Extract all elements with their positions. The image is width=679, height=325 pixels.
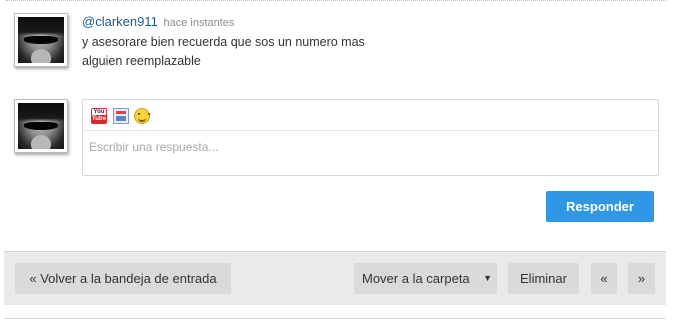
bottom-divider (4, 318, 666, 319)
comment-avatar[interactable] (14, 13, 68, 67)
youtube-icon-text: You (91, 108, 107, 115)
reply-composer: You Tube (82, 99, 659, 176)
youtube-icon-text: Tube (91, 115, 107, 124)
comment-header: @clarken911 hace instantes (82, 14, 234, 29)
avatar-image (18, 17, 64, 63)
comment-text-line: y asesorare bien recuerda que sos un num… (82, 35, 365, 49)
comment-text-line: alguien reemplazable (82, 54, 201, 68)
reply-avatar[interactable] (14, 99, 68, 153)
back-to-inbox-button[interactable]: « Volver a la bandeja de entrada (15, 263, 231, 294)
youtube-icon[interactable]: You Tube (91, 108, 107, 124)
comment-timestamp: hace instantes (163, 17, 235, 29)
move-to-folder-dropdown[interactable]: Mover a la carpeta ▼ (354, 263, 497, 294)
move-to-folder-label: Mover a la carpeta (362, 271, 470, 286)
avatar-image (18, 103, 64, 149)
delete-button[interactable]: Eliminar (508, 263, 579, 294)
comment-body: y asesorare bien recuerda que sos un num… (82, 33, 382, 71)
reply-toolbar: You Tube (83, 100, 658, 131)
comment-username[interactable]: @clarken911 (82, 14, 158, 29)
chevron-down-icon: ▼ (483, 273, 492, 283)
image-icon[interactable] (113, 108, 129, 124)
previous-message-button[interactable]: « (591, 263, 617, 294)
top-divider (6, 0, 666, 1)
next-message-button[interactable]: » (628, 263, 655, 294)
smiley-icon[interactable] (134, 108, 150, 124)
respond-button[interactable]: Responder (546, 191, 654, 222)
message-actions-bar: « Volver a la bandeja de entrada Mover a… (4, 251, 666, 305)
reply-input[interactable] (83, 132, 658, 175)
